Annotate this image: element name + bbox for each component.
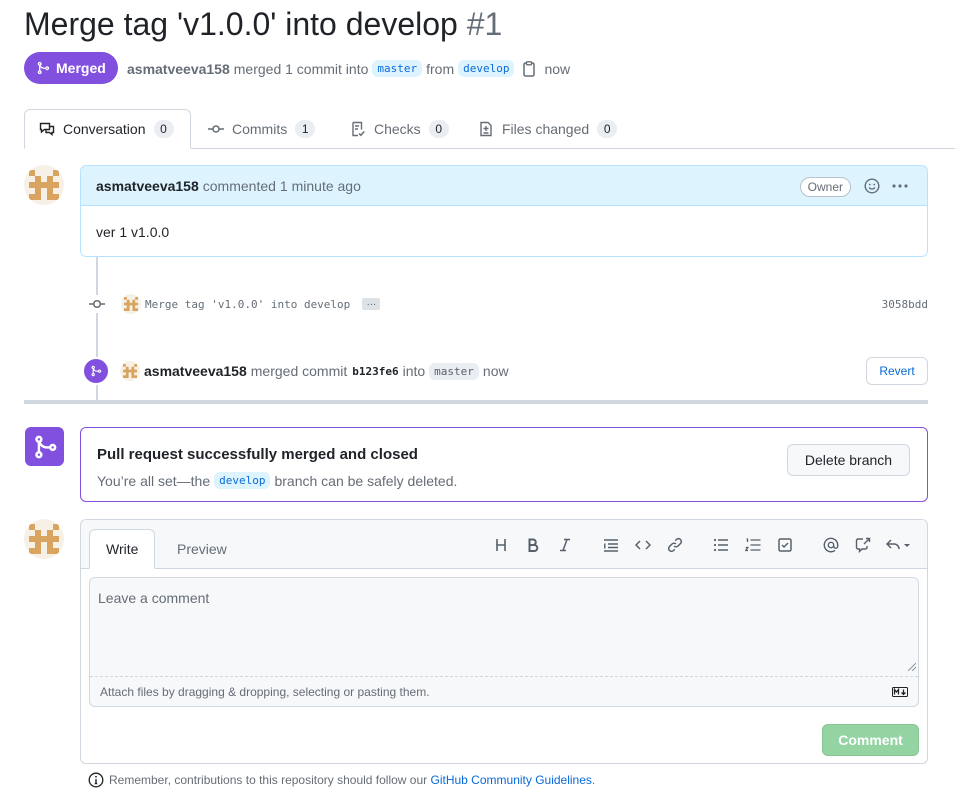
git-commit-icon	[208, 125, 224, 133]
merge-action-text: merged commit	[250, 363, 348, 379]
comment-editor: Write Preview Leave a comment Attach fil…	[80, 519, 928, 764]
comment-placeholder: Leave a comment	[98, 590, 210, 606]
editor-header: Write Preview	[81, 520, 927, 569]
avatar[interactable]	[120, 361, 140, 381]
info-icon	[88, 772, 104, 788]
merge-event: asmatveeva158 merged commit b123fe6 into…	[82, 354, 928, 388]
merge-time: now	[482, 363, 509, 379]
revert-button[interactable]: Revert	[866, 357, 928, 385]
quote-icon[interactable]	[595, 534, 627, 556]
tab-counter: 0	[428, 120, 449, 138]
merge-sub-text: You’re all set—the	[97, 472, 211, 489]
tab-checks[interactable]: Checks 0	[336, 109, 463, 149]
kebab-menu-icon[interactable]	[891, 178, 909, 197]
resize-handle-icon[interactable]	[907, 658, 917, 674]
attach-files-bar[interactable]: Attach files by dragging & dropping, sel…	[90, 676, 918, 706]
comment-time[interactable]: 1 minute ago	[280, 178, 361, 194]
comment-author[interactable]: asmatveeva158	[96, 178, 199, 194]
comment-body: ver 1 v1.0.0	[96, 224, 170, 240]
tab-counter: 0	[597, 120, 618, 138]
commit-message-link[interactable]: Merge tag 'v1.0.0' into develop	[145, 298, 350, 311]
merge-status-box: Pull request successfully merged and clo…	[80, 427, 928, 502]
link-icon[interactable]	[659, 534, 691, 556]
footer-note: Remember, contributions to this reposito…	[88, 772, 595, 788]
attach-files-text: Attach files by dragging & dropping, sel…	[100, 684, 430, 699]
footer-text: Remember, contributions to this reposito…	[109, 773, 428, 787]
ordered-list-icon[interactable]	[737, 534, 769, 556]
pr-author-link[interactable]: asmatveeva158	[127, 61, 230, 77]
tasklist-icon[interactable]	[769, 534, 801, 556]
git-merge-icon	[82, 357, 110, 385]
git-commit-icon	[88, 295, 106, 313]
comment-header: asmatveeva158 commented 1 minute ago Own…	[81, 166, 927, 206]
from-text: from	[426, 60, 455, 77]
avatar[interactable]	[121, 294, 141, 314]
git-merge-icon	[37, 61, 50, 75]
base-branch[interactable]: master	[372, 60, 423, 77]
tab-counter: 1	[295, 120, 316, 138]
comment-textarea[interactable]: Leave a comment Attach files by dragging…	[89, 577, 919, 707]
merge-sha-link[interactable]: b123fe6	[352, 365, 398, 378]
tab-counter: 0	[153, 120, 174, 138]
tab-label: Files changed	[502, 121, 590, 137]
commit-row: Merge tag 'v1.0.0' into develop … 3058bd…	[88, 292, 928, 316]
identicon	[29, 170, 59, 200]
comment-discussion-icon	[39, 122, 55, 136]
git-merge-icon	[25, 427, 64, 466]
avatar[interactable]	[24, 165, 64, 205]
tab-files-changed[interactable]: Files changed 0	[464, 109, 631, 149]
merged-state-badge: Merged	[24, 52, 118, 84]
merge-author-link[interactable]: asmatveeva158	[144, 363, 247, 379]
pr-tabs: Conversation 0 Commits 1 Checks 0 Files …	[24, 109, 955, 149]
tab-label: Checks	[374, 121, 421, 137]
into-text: into	[402, 363, 426, 379]
community-guidelines-link[interactable]: GitHub Community Guidelines	[431, 773, 592, 787]
pr-title: Merge tag 'v1.0.0' into develop #1	[24, 6, 502, 43]
tab-conversation[interactable]: Conversation 0	[24, 109, 191, 149]
tab-preview[interactable]: Preview	[161, 529, 243, 569]
copy-icon[interactable]	[522, 60, 536, 77]
comment-card: asmatveeva158 commented 1 minute ago Own…	[80, 165, 928, 257]
checklist-icon	[352, 121, 365, 137]
merged-text: merged 1 commit into	[233, 60, 369, 77]
avatar[interactable]	[24, 519, 64, 559]
comment-button[interactable]: Comment	[822, 724, 919, 756]
mention-icon[interactable]	[815, 534, 847, 556]
tab-label: Conversation	[63, 121, 146, 137]
merge-status-title: Pull request successfully merged and clo…	[97, 446, 418, 463]
pr-number: #1	[466, 6, 503, 42]
tab-commits[interactable]: Commits 1	[194, 109, 329, 149]
markdown-toolbar	[485, 534, 917, 556]
bold-icon[interactable]	[517, 534, 549, 556]
unordered-list-icon[interactable]	[705, 534, 737, 556]
pr-meta: asmatveeva158 merged 1 commit into maste…	[127, 60, 570, 77]
delete-branch-button[interactable]: Delete branch	[787, 444, 910, 476]
delete-branch-name[interactable]: develop	[214, 472, 271, 489]
merged-time: now	[544, 60, 571, 77]
pr-title-text: Merge tag 'v1.0.0' into develop	[24, 6, 458, 42]
tab-write[interactable]: Write	[89, 529, 156, 569]
heading-icon[interactable]	[485, 534, 517, 556]
comment-action: commented	[202, 177, 276, 194]
tab-label: Commits	[232, 121, 288, 137]
italic-icon[interactable]	[549, 534, 581, 556]
head-branch[interactable]: develop	[458, 60, 515, 77]
file-diff-icon	[480, 121, 492, 137]
state-label: Merged	[56, 60, 106, 76]
code-icon[interactable]	[627, 534, 659, 556]
commit-sha-link[interactable]: 3058bdd	[882, 298, 928, 311]
owner-badge: Owner	[799, 177, 851, 197]
footer-end: .	[591, 773, 596, 787]
markdown-icon[interactable]	[892, 686, 908, 700]
merge-branch[interactable]: master	[429, 362, 479, 380]
merge-sub-text-end: branch can be safely deleted.	[274, 472, 458, 489]
cross-reference-icon[interactable]	[847, 534, 879, 556]
merge-status-subtitle: You’re all set—the develop branch can be…	[97, 472, 457, 489]
reply-icon[interactable]	[879, 534, 917, 556]
timeline-divider	[24, 400, 928, 404]
smiley-icon[interactable]	[864, 178, 880, 197]
expand-commit-button[interactable]: …	[362, 298, 381, 310]
